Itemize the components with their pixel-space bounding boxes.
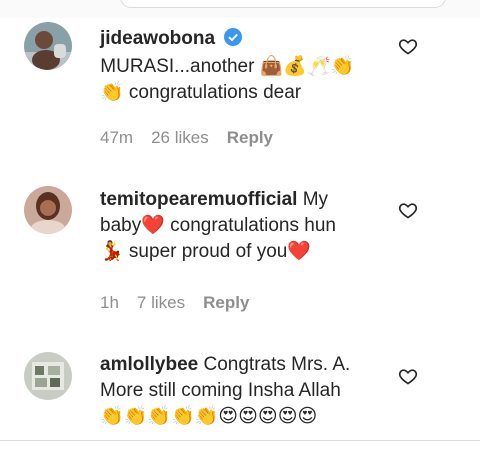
avatar[interactable] <box>24 22 72 70</box>
comment-line: MURASI...another 👜💰🥂👏 <box>95 56 355 77</box>
divider <box>0 440 480 441</box>
comment-line: 💃 super proud of you❤️ <box>100 241 312 262</box>
likes-count[interactable]: 7 likes <box>137 293 185 313</box>
comment-input-edge[interactable] <box>120 0 446 8</box>
username[interactable]: jideawobona <box>100 28 215 49</box>
comment-line: baby❤️ congratulations hun <box>100 215 336 236</box>
comment-line: 👏 congratulations dear <box>100 82 302 103</box>
comment-time: 1h <box>100 293 119 312</box>
avatar[interactable] <box>24 186 72 234</box>
verified-badge-icon <box>224 28 243 54</box>
comment-meta: 47m 26 likes Reply <box>100 128 273 148</box>
comment-meta: 1h 7 likes Reply <box>100 293 249 313</box>
heart-outline-icon[interactable] <box>398 200 418 220</box>
comment-text: jideawobona MURASI...another 👜💰🥂👏 👏 cong… <box>100 26 416 106</box>
avatar[interactable] <box>24 352 72 400</box>
heart-outline-icon[interactable] <box>398 366 418 386</box>
comment-line: My <box>297 189 329 210</box>
comment-line: Congtrats Mrs. A. <box>198 354 351 375</box>
comment-line: More still coming Insha Allah <box>100 380 341 401</box>
comment-time: 47m <box>100 128 134 147</box>
username[interactable]: temitopearemuofficial <box>100 189 297 210</box>
comment-line: 👏👏👏👏👏😍😍😍😍😍 <box>100 406 318 427</box>
likes-count[interactable]: 26 likes <box>151 128 209 148</box>
reply-button[interactable]: Reply <box>227 128 273 148</box>
username[interactable]: amlollybee <box>100 354 198 375</box>
heart-outline-icon[interactable] <box>398 36 418 56</box>
comment-text: temitopearemuofficial My baby❤️ congratu… <box>100 187 416 265</box>
reply-button[interactable]: Reply <box>203 293 249 313</box>
comment-text: amlollybee Congtrats Mrs. A. More still … <box>100 352 416 430</box>
